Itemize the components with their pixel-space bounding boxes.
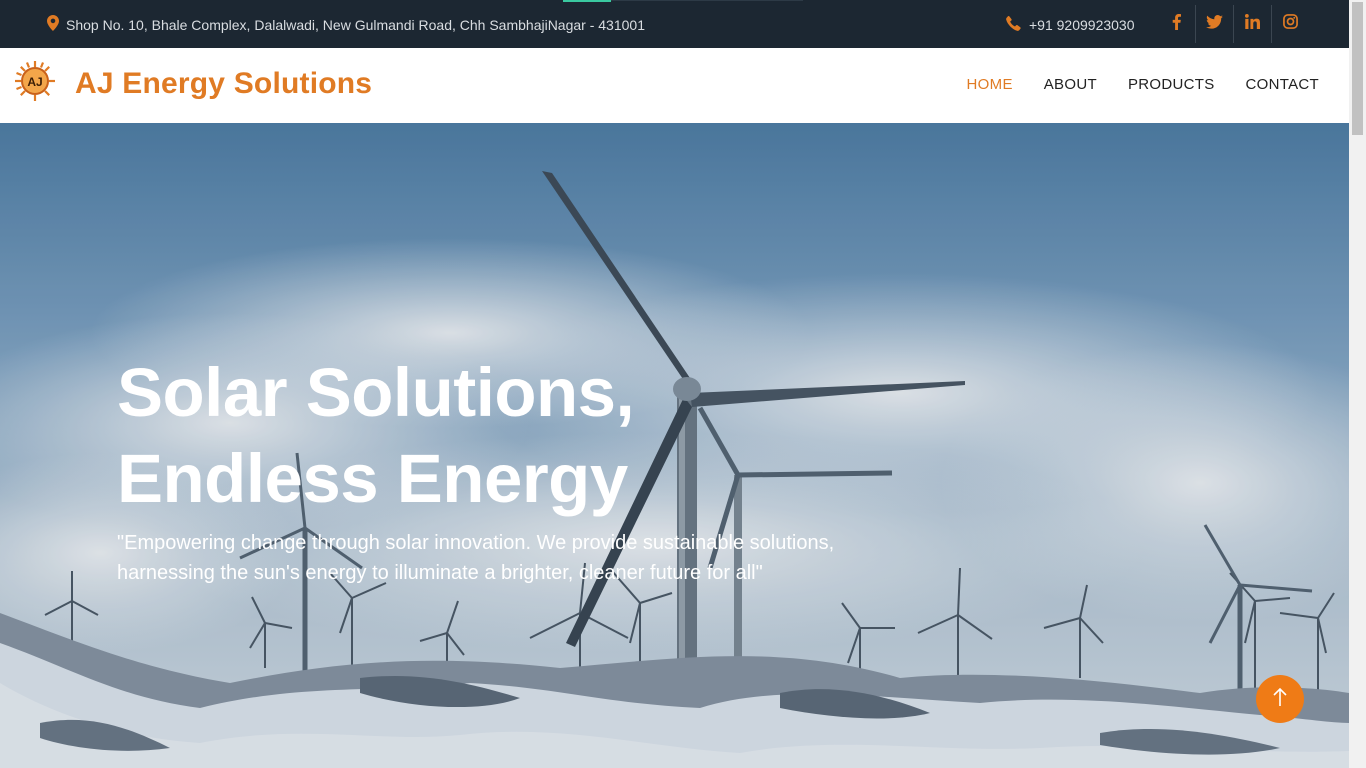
phone-number[interactable]: +91 9209923030 (1029, 17, 1135, 33)
logo-monogram: AJ (27, 75, 42, 89)
nav-contact[interactable]: CONTACT (1246, 76, 1319, 93)
hero-section: Solar Solutions, Endless Energy "Empower… (0, 123, 1349, 768)
nav-about[interactable]: ABOUT (1044, 76, 1097, 93)
page-load-indicator (563, 0, 611, 2)
scrollbar-thumb[interactable] (1352, 2, 1363, 135)
page-scrollbar[interactable] (1349, 0, 1366, 768)
address-block: Shop No. 10, Bhale Complex, Dalalwadi, N… (47, 15, 645, 34)
address-text: Shop No. 10, Bhale Complex, Dalalwadi, N… (66, 16, 645, 33)
facebook-link[interactable] (1157, 5, 1195, 43)
hero-title-line1: Solar Solutions, (117, 354, 635, 431)
nav-home[interactable]: HOME (967, 76, 1013, 93)
top-info-bar: Shop No. 10, Bhale Complex, Dalalwadi, N… (0, 0, 1349, 48)
brand-link[interactable]: AJ AJ Energy Solutions (14, 60, 372, 107)
nav-products[interactable]: PRODUCTS (1128, 76, 1215, 93)
site-header: AJ AJ Energy Solutions HOME ABOUT PRODUC… (0, 48, 1349, 123)
brand-name[interactable]: AJ Energy Solutions (75, 67, 372, 101)
instagram-icon (1283, 14, 1298, 34)
map-marker-icon (47, 15, 59, 34)
twitter-link[interactable] (1195, 5, 1233, 43)
main-nav: HOME ABOUT PRODUCTS CONTACT (967, 76, 1319, 93)
facebook-icon (1172, 13, 1181, 35)
scroll-to-top-button[interactable] (1256, 675, 1304, 723)
hero-title: Solar Solutions, Endless Energy (117, 350, 635, 522)
page-load-track (611, 0, 803, 1)
sun-logo-icon: AJ (14, 60, 56, 107)
linkedin-icon (1245, 14, 1260, 34)
hero-title-line2: Endless Energy (117, 440, 628, 517)
twitter-icon (1206, 14, 1223, 34)
phone-icon (1006, 16, 1021, 34)
instagram-link[interactable] (1271, 5, 1309, 43)
phone-block[interactable]: +91 9209923030 (1006, 16, 1135, 34)
arrow-up-icon (1272, 687, 1288, 712)
social-links (1157, 5, 1309, 43)
linkedin-link[interactable] (1233, 5, 1271, 43)
hero-subtitle: "Empowering change through solar innovat… (117, 532, 835, 584)
